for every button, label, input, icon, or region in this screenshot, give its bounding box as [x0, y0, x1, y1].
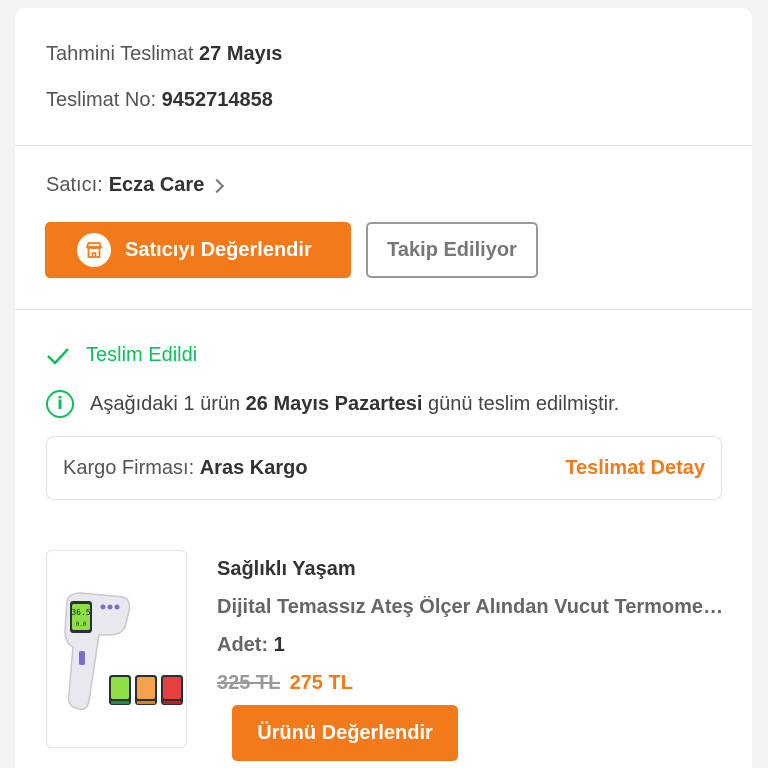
- chevron-right-icon: [210, 178, 225, 193]
- product-image[interactable]: 36.5 0.0: [46, 550, 187, 748]
- checkmark-icon: [47, 347, 69, 365]
- quantity-label: Adet:: [217, 634, 269, 656]
- new-price: 275 TL: [289, 672, 353, 694]
- info-suffix: günü teslim edilmiştir.: [428, 392, 620, 415]
- cargo-name: Aras Kargo: [199, 456, 308, 479]
- delivery-detail-link[interactable]: Teslimat Detay: [565, 457, 705, 480]
- delivery-info-message: i Aşağıdaki 1 ürün 26 Mayıs Pazartesi gü…: [46, 390, 619, 418]
- screen-reading-1: 36.5: [71, 608, 90, 617]
- thermometer-image: 36.5 0.0: [64, 592, 183, 711]
- seller-link[interactable]: Satıcı: Ecza Care: [46, 174, 225, 197]
- estimated-delivery-row: Tahmini Teslimat 27 Mayıs: [46, 41, 752, 87]
- old-price: 325 TL: [217, 672, 280, 694]
- order-detail-card: Tahmini Teslimat 27 Mayıs Teslimat No: 9…: [15, 8, 752, 768]
- seller-section: Satıcı: Ecza Care Satıcıyı Değerlendir T…: [15, 146, 752, 310]
- estimated-delivery-value: 27 Mayıs: [199, 43, 283, 65]
- product-name[interactable]: Dijital Temassız Ateş Ölçer Alından Vucu…: [217, 596, 727, 619]
- quantity-value: 1: [273, 634, 285, 656]
- info-prefix: Aşağıdaki 1 ürün: [90, 392, 241, 415]
- shipment-section: Teslim Edildi i Aşağıdaki 1 ürün 26 Mayı…: [15, 310, 752, 768]
- delivery-info-section: Tahmini Teslimat 27 Mayıs Teslimat No: 9…: [15, 8, 752, 146]
- follow-button[interactable]: Takip Ediliyor: [366, 222, 538, 278]
- delivery-status: Teslim Edildi: [46, 344, 197, 367]
- delivery-status-text: Teslim Edildi: [86, 344, 198, 366]
- rate-seller-button[interactable]: Satıcıyı Değerlendir: [45, 222, 351, 278]
- tracking-number-value: 9452714858: [161, 89, 273, 111]
- cargo-box: Kargo Firması: Aras Kargo Teslimat Detay: [46, 436, 722, 500]
- cargo-info: Kargo Firması: Aras Kargo: [63, 457, 308, 480]
- seller-label: Satıcı:: [46, 174, 103, 196]
- follow-label: Takip Ediliyor: [387, 238, 517, 261]
- seller-name: Ecza Care: [108, 174, 205, 196]
- product-quantity: Adet: 1: [217, 634, 285, 657]
- store-icon: [77, 233, 111, 267]
- tracking-number-row: Teslimat No: 9452714858: [46, 87, 752, 133]
- product-price: 325 TL 275 TL: [217, 672, 353, 695]
- estimated-delivery-label: Tahmini Teslimat: [46, 43, 194, 65]
- screen-reading-2: 0.0: [76, 621, 87, 628]
- tracking-number-label: Teslimat No:: [46, 89, 157, 111]
- cargo-label: Kargo Firması:: [63, 456, 195, 479]
- rate-seller-label: Satıcıyı Değerlendir: [125, 238, 312, 261]
- rate-product-button[interactable]: Ürünü Değerlendir: [232, 705, 458, 761]
- product-brand: Sağlıklı Yaşam: [217, 558, 356, 580]
- rate-product-label: Ürünü Değerlendir: [257, 721, 433, 744]
- info-date: 26 Mayıs Pazartesi: [245, 392, 423, 415]
- info-icon: i: [46, 390, 74, 418]
